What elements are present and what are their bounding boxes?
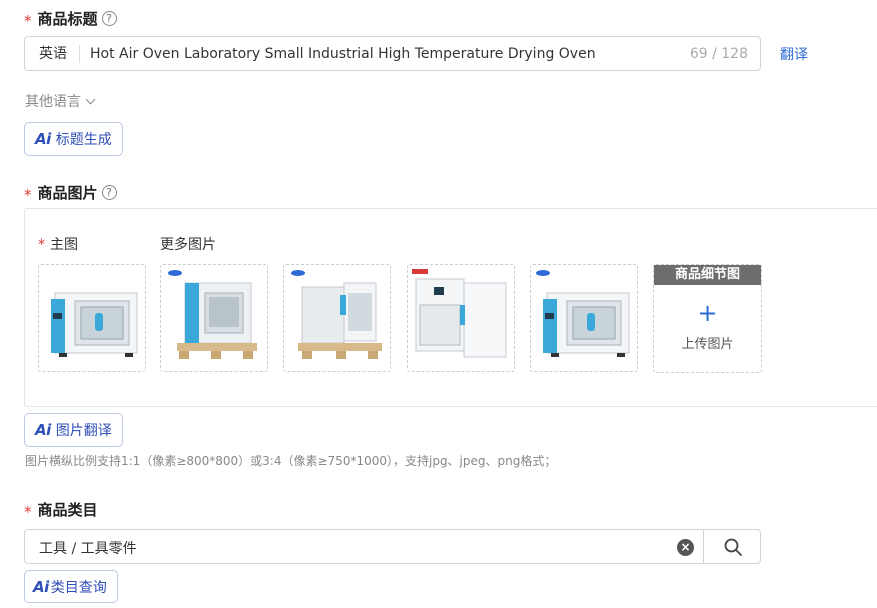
- title-language-label: 英语: [25, 44, 80, 63]
- ai-category-query-button[interactable]: Ai 类目查询: [24, 570, 118, 603]
- category-value[interactable]: 工具 / 工具零件: [39, 538, 137, 558]
- main-image-thumbnail[interactable]: [38, 264, 146, 372]
- required-asterisk: *: [24, 502, 32, 521]
- title-char-counter: 69 / 128: [689, 45, 748, 62]
- more-images-label: 更多图片: [160, 237, 216, 253]
- category-section-label: 商品类目: [37, 501, 98, 519]
- required-asterisk: *: [38, 237, 45, 253]
- more-image-thumbnail[interactable]: [283, 264, 391, 372]
- oven-image: [291, 270, 382, 359]
- oven-image: [412, 269, 507, 358]
- category-input[interactable]: 工具 / 工具零件 ×: [24, 529, 761, 564]
- ai-title-generate-label: 标题生成: [55, 132, 112, 148]
- oven-image: [51, 292, 138, 357]
- other-languages-label: 其他语言: [25, 94, 81, 110]
- title-section-label: 商品标题: [37, 10, 98, 28]
- category-search-button[interactable]: [703, 529, 762, 564]
- title-section-header: * 商品标题 ?: [24, 8, 117, 30]
- required-asterisk: *: [24, 185, 32, 204]
- main-image-label: 主图: [50, 237, 78, 253]
- image-format-hint: 图片横纵比例支持1:1（像素≥800*800）或3:4（像素≥750*1000）…: [25, 454, 557, 468]
- product-title-input[interactable]: 英语 Hot Air Oven Laboratory Small Industr…: [24, 36, 761, 71]
- product-title-value[interactable]: Hot Air Oven Laboratory Small Industrial…: [80, 46, 690, 62]
- more-image-thumbnail[interactable]: [530, 264, 638, 372]
- ai-icon: Ai: [33, 577, 49, 596]
- translate-link[interactable]: 翻译: [780, 44, 808, 64]
- required-asterisk: *: [24, 11, 32, 30]
- more-image-thumbnail[interactable]: [407, 264, 515, 372]
- image-section-label: 商品图片: [37, 184, 98, 202]
- other-languages-toggle[interactable]: 其他语言: [25, 91, 96, 111]
- question-circle-icon[interactable]: ?: [101, 11, 117, 26]
- category-section-header: * 商品类目: [24, 499, 98, 521]
- image-section-header: * 商品图片 ?: [24, 182, 117, 204]
- ai-icon: Ai: [35, 130, 51, 148]
- detail-image-upload-slot[interactable]: 商品细节图 + 上传图片: [653, 264, 762, 373]
- more-image-thumbnail[interactable]: [160, 264, 268, 372]
- oven-image: [168, 270, 257, 359]
- ai-icon: Ai: [35, 421, 51, 439]
- clear-icon[interactable]: ×: [677, 539, 694, 556]
- ai-image-translate-label: 图片翻译: [55, 423, 112, 439]
- chevron-down-icon: [85, 94, 96, 105]
- plus-icon: +: [697, 299, 718, 327]
- detail-slot-title: 商品细节图: [654, 265, 761, 285]
- question-circle-icon[interactable]: ?: [101, 185, 117, 200]
- ai-image-translate-button[interactable]: Ai 图片翻译: [24, 413, 123, 447]
- search-icon: [724, 538, 742, 556]
- upload-image-label: 上传图片: [681, 337, 734, 352]
- oven-image: [536, 270, 630, 357]
- ai-title-generate-button[interactable]: Ai 标题生成: [24, 122, 123, 156]
- main-image-header: * 主图: [38, 234, 78, 254]
- ai-category-query-label: 类目查询: [50, 579, 107, 596]
